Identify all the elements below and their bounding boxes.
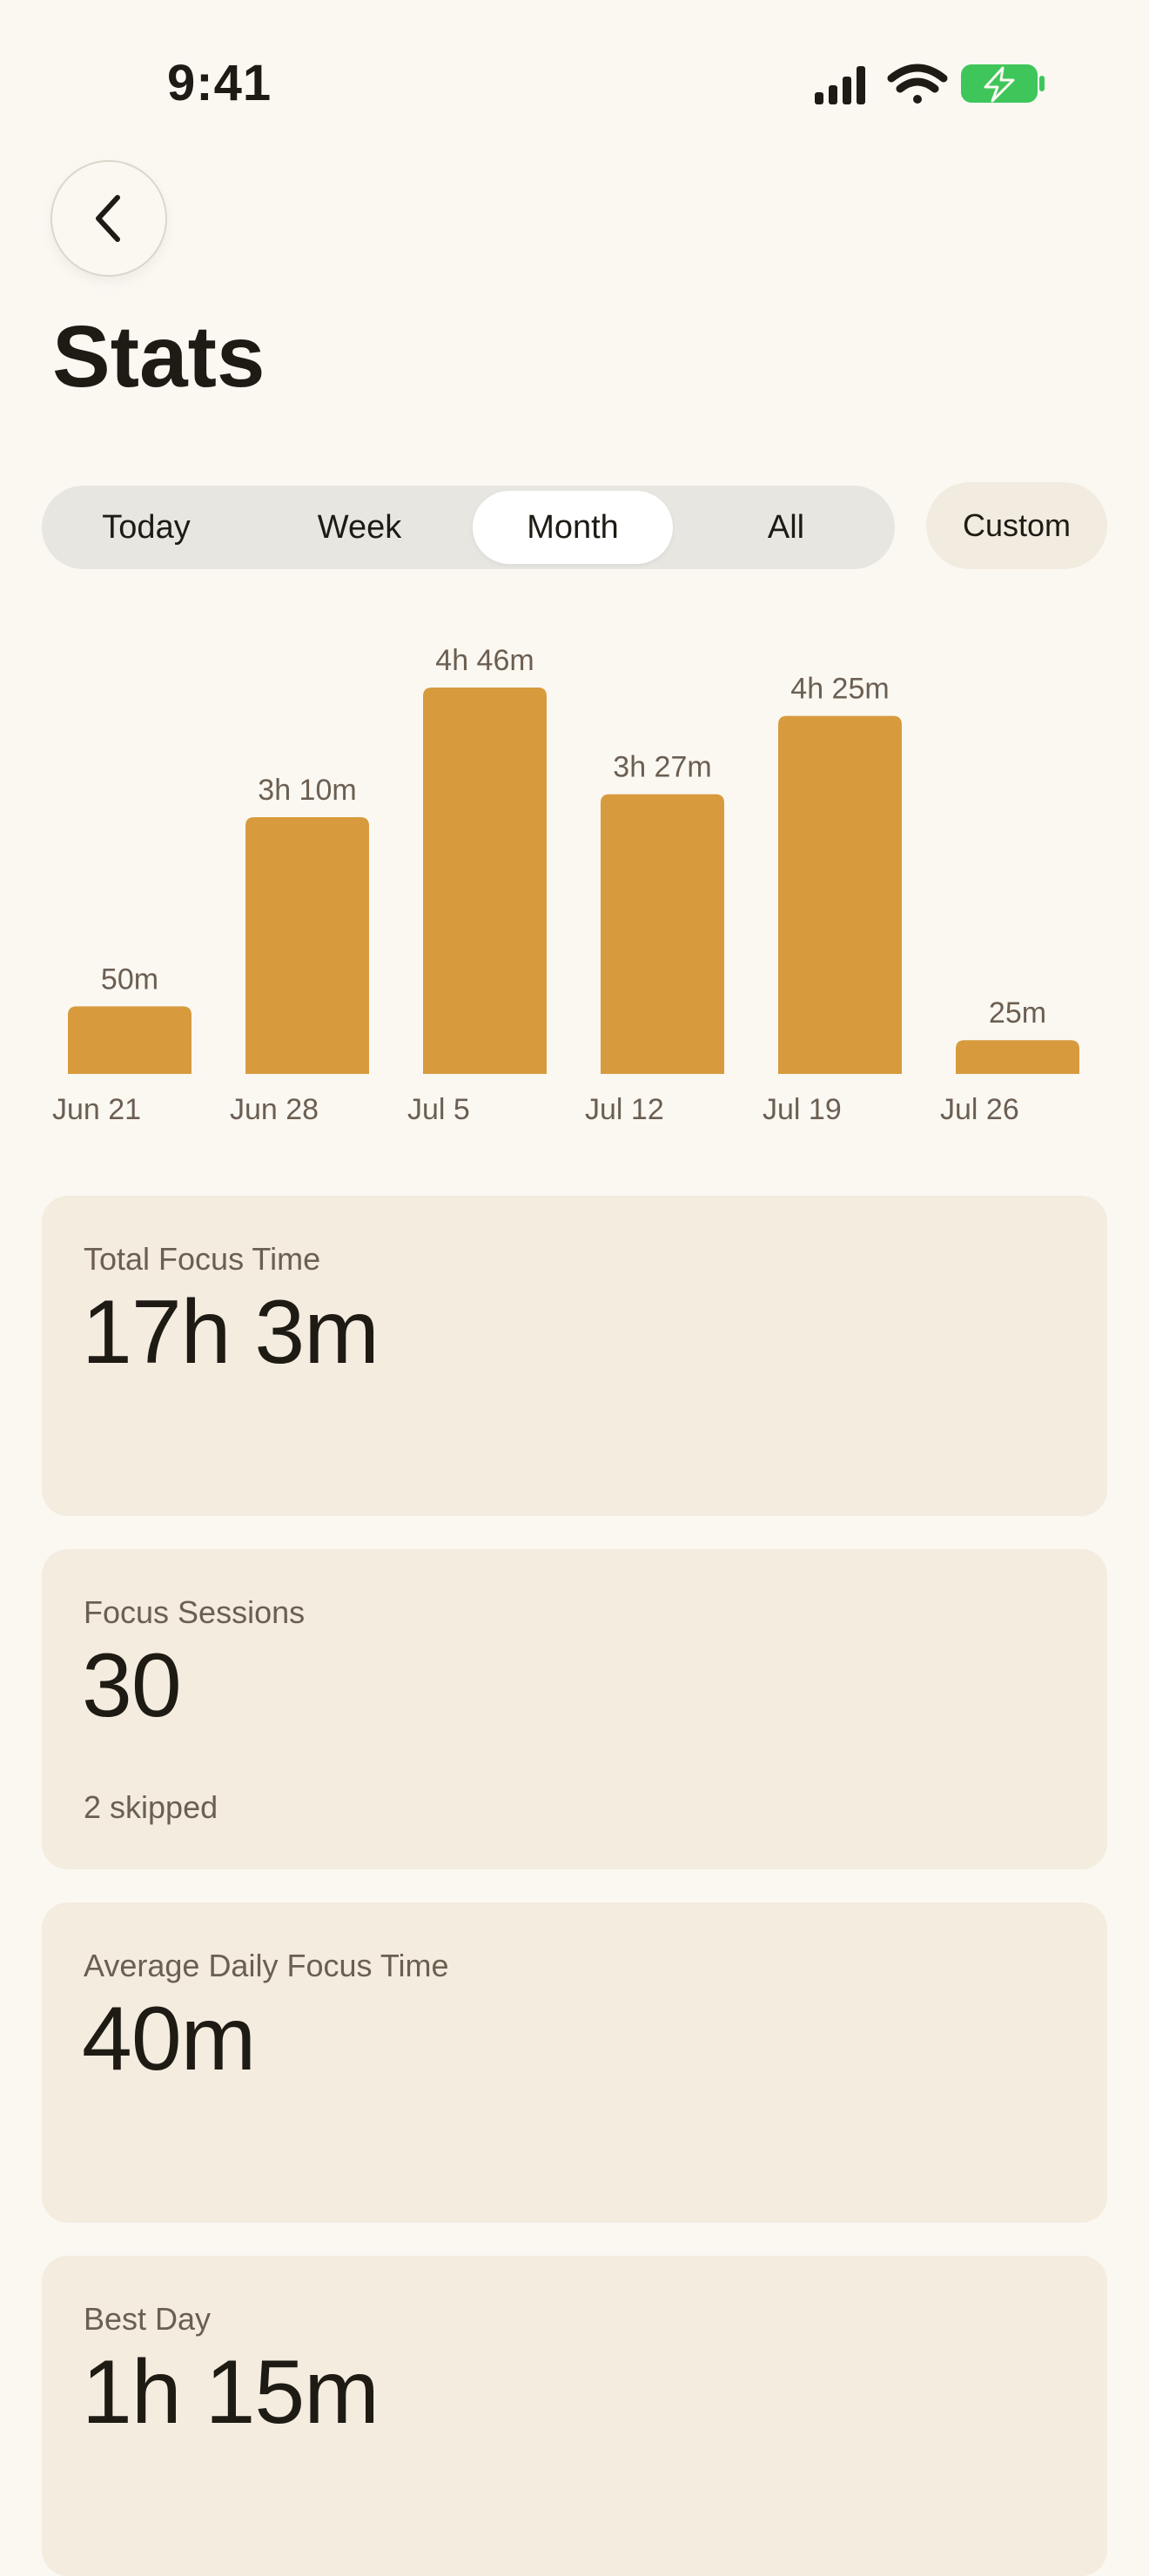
chart-bar (423, 688, 547, 1074)
chevron-left-icon (96, 195, 120, 242)
card-value: 40m (82, 1989, 256, 2090)
custom-range-button[interactable]: Custom (926, 482, 1107, 569)
card-label: Total Focus Time (84, 1241, 321, 1277)
range-option-week[interactable]: Week (255, 486, 464, 569)
range-option-today[interactable]: Today (42, 486, 251, 569)
chart-value-label: 3h 27m (613, 751, 711, 784)
cellular-signal-icon (815, 66, 865, 104)
range-option-month[interactable]: Month (473, 491, 673, 564)
chart-value-label: 3h 10m (258, 774, 356, 807)
range-option-all[interactable]: All (682, 486, 890, 569)
chart-bar (956, 1040, 1079, 1074)
card-value: 1h 15m (82, 2342, 380, 2443)
battery-charging-icon (961, 64, 1045, 103)
chart-x-tick-label: Jun 21 (52, 1093, 141, 1126)
wifi-icon (887, 64, 948, 104)
chart-x-tick-label: Jun 28 (230, 1093, 319, 1126)
card-label: Focus Sessions (84, 1594, 306, 1630)
average-daily-focus-card: Average Daily Focus Time 40m (42, 1902, 1107, 2223)
range-segmented-control: Today Week Month All (42, 486, 895, 569)
chart-x-tick-label: Jul 12 (585, 1093, 664, 1126)
status-time: 9:41 (167, 55, 272, 111)
chart-bar (68, 1006, 192, 1074)
card-label: Average Daily Focus Time (84, 1948, 449, 1983)
status-icons (815, 64, 1045, 104)
chart-bar (601, 794, 724, 1074)
card-value: 30 (82, 1635, 182, 1736)
chart-value-label: 4h 25m (790, 673, 889, 706)
chart-value-label: 4h 46m (435, 644, 534, 677)
page-title: Stats (52, 308, 265, 406)
best-day-card: Best Day 1h 15m (42, 2256, 1107, 2576)
chart-value-label: 25m (989, 996, 1046, 1030)
card-label: Best Day (84, 2301, 212, 2337)
chart-x-tick-label: Jul 19 (763, 1093, 842, 1126)
chart-bar (778, 715, 902, 1074)
total-focus-time-card: Total Focus Time 17h 3m (42, 1196, 1107, 1516)
back-button[interactable] (50, 160, 167, 277)
focus-sessions-card: Focus Sessions 30 2 skipped (42, 1549, 1107, 1869)
chart-bar (245, 817, 369, 1074)
card-value: 17h 3m (82, 1282, 380, 1383)
focus-time-bar-chart: 50m Jun 21 3h 10m Jun 28 4h 46m Jul 5 3h 27m Ju… (52, 644, 1079, 1126)
chart-x-tick-label: Jul 26 (940, 1093, 1019, 1126)
status-bar: 9:41 (0, 0, 1149, 165)
chart-value-label: 50m (101, 963, 158, 996)
card-subtext: 2 skipped (84, 1789, 218, 1825)
chart-x-tick-label: Jul 5 (407, 1093, 470, 1126)
